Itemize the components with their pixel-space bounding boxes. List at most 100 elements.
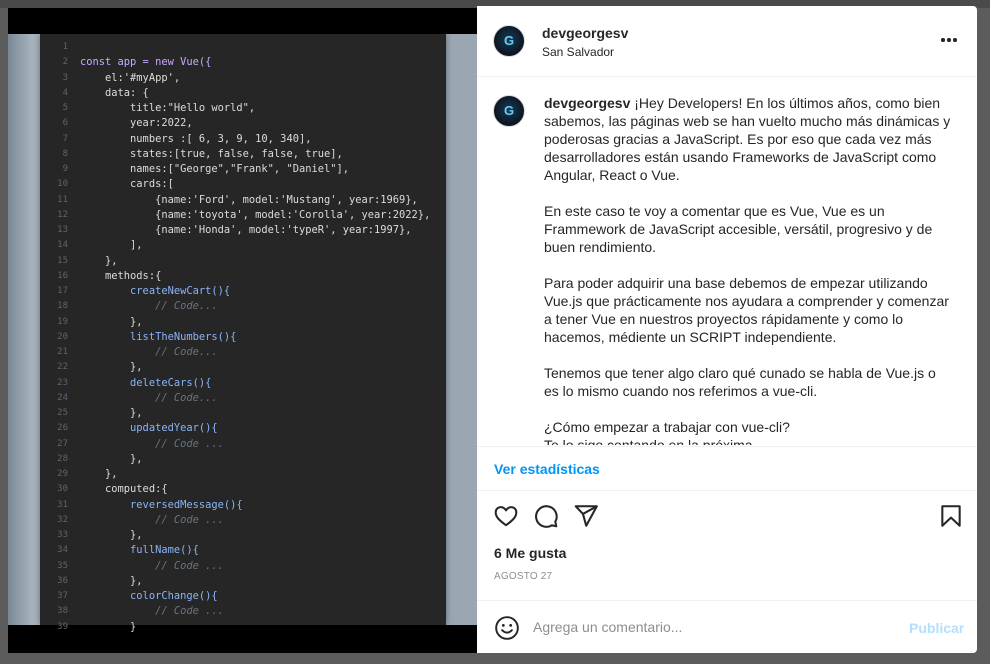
code-line: 30 computed:{ <box>40 482 446 497</box>
code-line: 13 {name:'Honda', model:'typeR', year:19… <box>40 223 446 238</box>
code-line: 27 // Code ... <box>40 437 446 452</box>
code-line: 10 cards:[ <box>40 177 446 192</box>
code-line: 22 }, <box>40 360 446 375</box>
code-text: {name:'Honda', model:'typeR', year:1997}… <box>80 224 412 236</box>
code-text: }, <box>80 452 143 465</box>
avatar-logo-letter: G <box>503 33 515 48</box>
code-line: 35 // Code ... <box>40 559 446 574</box>
more-options-button[interactable] <box>937 28 961 52</box>
code-line: 20 listTheNumbers(){ <box>40 330 446 345</box>
code-text: // Code... <box>80 346 218 358</box>
code-line: 38 // Code ... <box>40 604 446 619</box>
code-line: 36 }, <box>40 574 446 589</box>
line-number: 7 <box>62 133 68 144</box>
code-line: 21 // Code... <box>40 345 446 360</box>
line-number: 20 <box>57 331 68 342</box>
media-photo: 1 2 const app = new Vue({3 el:'#myApp', 4 d… <box>8 34 477 633</box>
code-text: }, <box>80 407 143 419</box>
caption-paragraph: Te lo sigo contando en la próxima <box>544 437 753 445</box>
code-text: colorChange(){ <box>80 590 218 602</box>
line-number: 39 <box>57 621 68 632</box>
code-text: }, <box>80 315 143 328</box>
post-panel: G devgeorgesv San Salvador G devgeorgesv… <box>477 6 977 653</box>
code-line: 24 // Code... <box>40 391 446 406</box>
code-text: const app = new Vue({ <box>80 56 212 69</box>
line-number: 29 <box>57 469 68 479</box>
code-line: 23 deleteCars(){ <box>40 376 446 391</box>
code-line: 33 }, <box>40 528 446 543</box>
code-line: 3 el:'#myApp', <box>40 71 446 86</box>
caption-paragraph: En este caso te voy a comentar que es Vu… <box>544 203 933 255</box>
avatar-logo-letter: G <box>503 103 515 118</box>
post-date: AGOSTO 27 <box>494 571 553 582</box>
code-line: 15 }, <box>40 254 446 269</box>
code-line: 37 colorChange(){ <box>40 589 446 604</box>
code-line: 16 methods:{ <box>40 269 446 284</box>
caption-area[interactable]: G devgeorgesv ¡Hey Developers! En los úl… <box>477 77 977 445</box>
line-number: 16 <box>57 270 68 281</box>
code-text: data: { <box>80 86 149 99</box>
line-number: 28 <box>57 453 68 464</box>
line-number: 24 <box>57 392 68 403</box>
caption-paragraph: ¿Cómo empezar a trabajar con vue-cli? <box>544 419 790 435</box>
heart-icon[interactable] <box>493 503 519 529</box>
caption-username[interactable]: devgeorgesv <box>544 95 630 111</box>
more-icon <box>940 38 958 42</box>
line-number: 35 <box>57 560 68 571</box>
line-number: 30 <box>57 484 68 495</box>
publish-button[interactable]: Publicar <box>909 620 964 636</box>
code-text: // Code ... <box>80 605 224 618</box>
code-line: 18 // Code... <box>40 299 446 314</box>
line-number: 8 <box>62 148 68 159</box>
line-number: 33 <box>57 530 68 540</box>
code-line: 7 numbers :[ 6, 3, 9, 10, 340], <box>40 132 446 147</box>
emoji-icon[interactable] <box>494 615 520 641</box>
line-number: 25 <box>57 408 68 418</box>
comment-icon[interactable] <box>533 503 559 529</box>
code-text: // Code... <box>80 300 218 313</box>
code-line: 1 <box>40 40 446 55</box>
line-number: 9 <box>62 164 68 174</box>
line-number: 27 <box>57 438 68 449</box>
code-line: 12 {name:'toyota', model:'Corolla', year… <box>40 208 446 223</box>
code-text: createNewCart(){ <box>80 285 231 297</box>
line-number: 3 <box>62 72 68 83</box>
line-number: 19 <box>57 316 68 327</box>
caption-avatar[interactable]: G <box>493 95 525 127</box>
code-text: }, <box>80 361 143 374</box>
avatar[interactable]: G <box>493 25 525 57</box>
comment-bar: Publicar <box>477 600 977 653</box>
code-text: } <box>80 620 137 633</box>
line-number: 26 <box>57 423 68 434</box>
code-text: names:["George","Frank", "Daniel"], <box>80 163 349 175</box>
code-text: el:'#myApp', <box>80 71 181 84</box>
code-text: methods:{ <box>80 269 162 282</box>
share-icon[interactable] <box>573 503 599 529</box>
line-number: 12 <box>57 209 68 220</box>
code-text: {name:'toyota', model:'Corolla', year:20… <box>80 208 431 221</box>
stats-bar: Ver estadísticas <box>477 446 977 491</box>
code-line: 32 // Code ... <box>40 513 446 528</box>
line-number: 21 <box>57 347 68 357</box>
code-text: // Code ... <box>80 559 224 572</box>
comment-input[interactable] <box>533 615 893 639</box>
line-number: 18 <box>57 301 68 312</box>
location-link[interactable]: San Salvador <box>542 45 614 59</box>
code-text: computed:{ <box>80 483 168 496</box>
code-line: 17 createNewCart(){ <box>40 284 446 299</box>
line-number: 17 <box>57 286 68 296</box>
username-link[interactable]: devgeorgesv <box>542 25 628 41</box>
like-count[interactable]: 6 Me gusta <box>494 545 566 561</box>
line-number: 15 <box>57 255 68 266</box>
code-text: title:"Hello world", <box>80 102 256 114</box>
line-number: 13 <box>57 225 68 235</box>
view-insights-link[interactable]: Ver estadísticas <box>494 461 600 477</box>
code-text: }, <box>80 529 143 541</box>
code-line: 6 year:2022, <box>40 116 446 131</box>
bookmark-icon[interactable] <box>938 503 964 529</box>
post-media[interactable]: 1 2 const app = new Vue({3 el:'#myApp', 4 d… <box>8 8 477 653</box>
line-number: 36 <box>57 575 68 586</box>
code-text: reversedMessage(){ <box>80 498 243 511</box>
code-line: 34 fullName(){ <box>40 543 446 558</box>
line-number: 11 <box>57 194 68 205</box>
